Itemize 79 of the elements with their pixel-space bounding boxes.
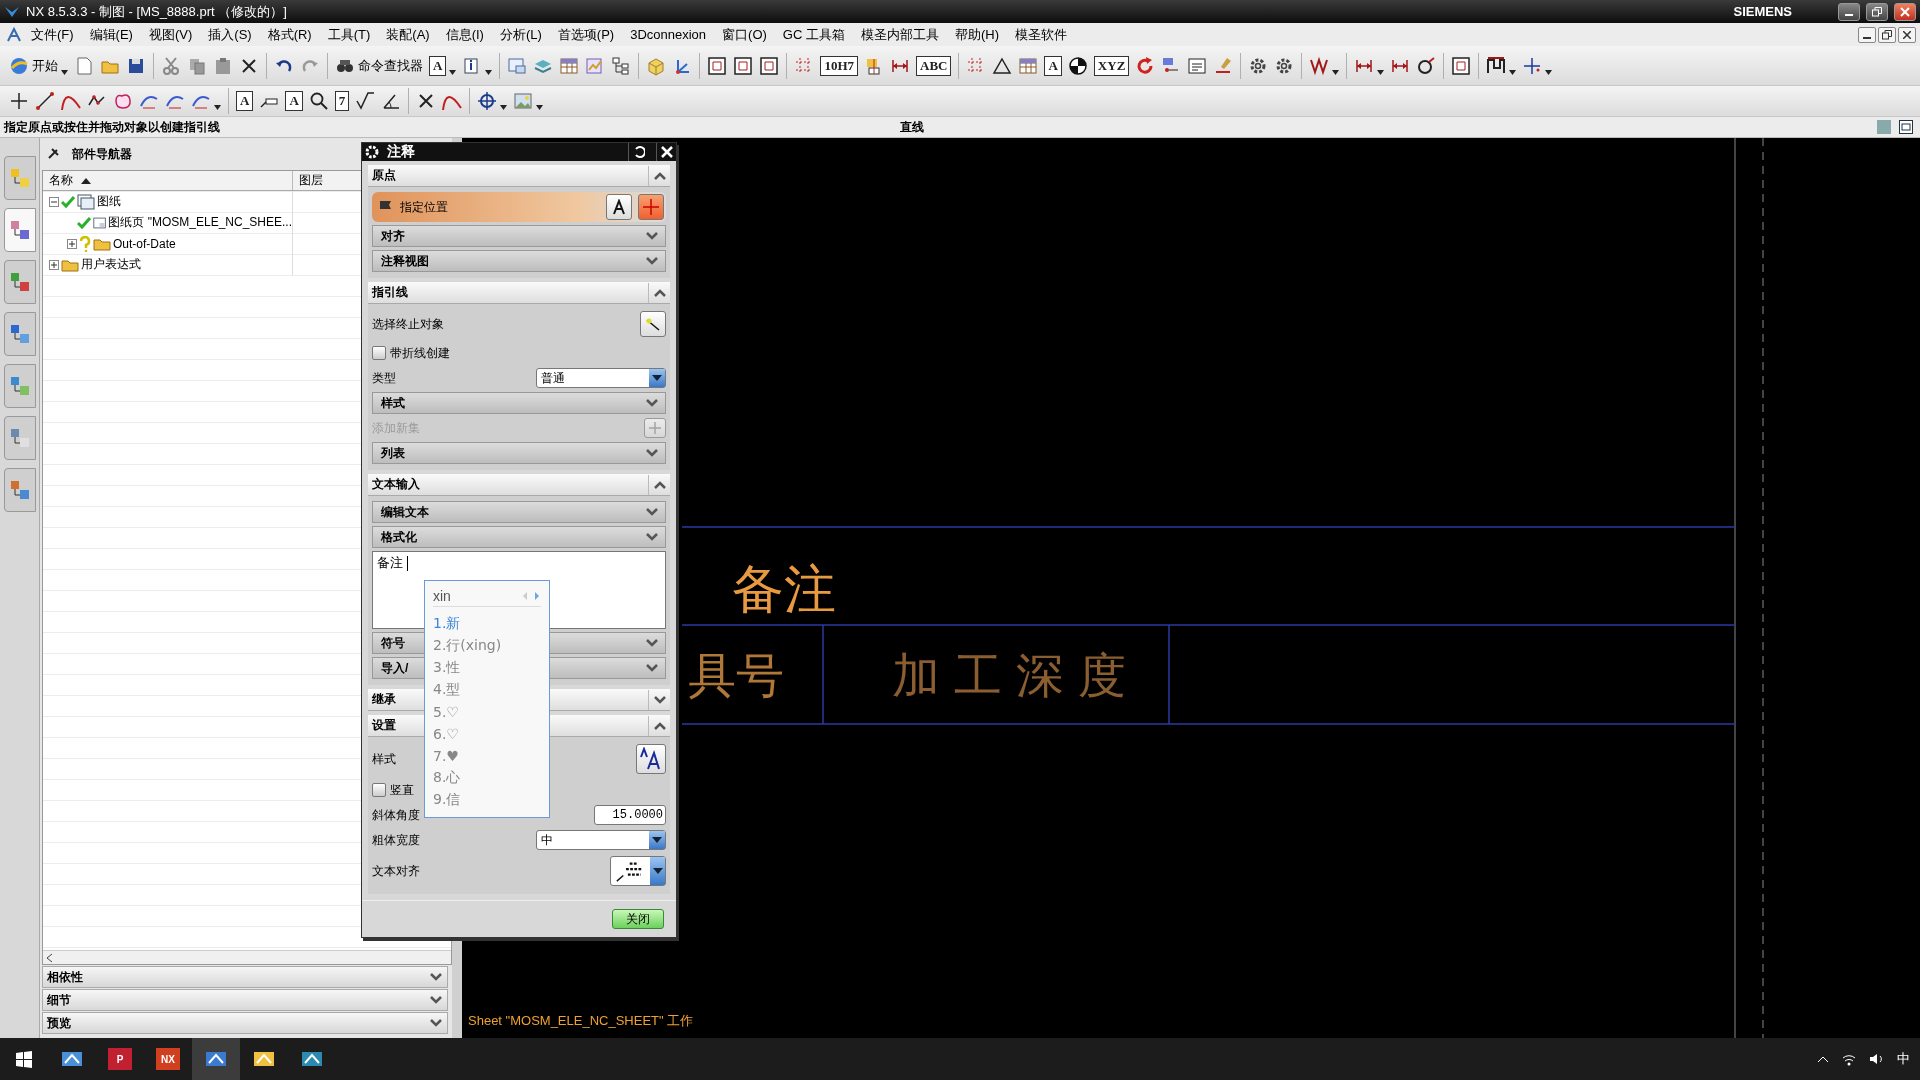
toolbar-button[interactable]: A: [1041, 50, 1065, 81]
tree-item-label[interactable]: 图纸页 "MOSM_ELE_NC_SHEE...: [108, 214, 292, 231]
menu-item[interactable]: 编辑(E): [82, 23, 140, 46]
field-label: 文本对齐: [372, 862, 420, 880]
dialog-title: 注释: [387, 143, 416, 161]
section-header[interactable]: 指引线: [368, 282, 670, 304]
checkbox-label: 带折线创建: [390, 344, 450, 362]
ime-candidate[interactable]: 4.型: [433, 679, 541, 701]
taskbar-app[interactable]: P: [96, 1038, 144, 1080]
toolbar-button[interactable]: 7: [331, 86, 353, 116]
tree-item-label[interactable]: 图纸: [97, 193, 121, 210]
tree-item-label[interactable]: Out-of-Date: [113, 236, 176, 251]
menu-item[interactable]: 帮助(H): [947, 23, 1006, 46]
column-header[interactable]: 名称: [43, 171, 293, 190]
navigator-title: 部件导航器: [72, 145, 132, 163]
menu-item[interactable]: 模圣内部工具: [853, 23, 946, 46]
checkbox-label: 竖直: [390, 781, 414, 799]
close-button[interactable]: 关闭: [612, 909, 664, 929]
brand-label: SIEMENS: [1733, 4, 1792, 19]
section-header[interactable]: 文本输入: [368, 474, 670, 496]
selection-step[interactable]: 指定位置: [372, 192, 666, 222]
input-method-indicator[interactable]: 中: [1897, 1050, 1910, 1068]
toolbar-button[interactable]: A: [233, 86, 257, 116]
glyph-icon: A: [285, 91, 303, 111]
app-label: NX: [161, 1053, 175, 1065]
menu-item[interactable]: 文件(F): [24, 23, 81, 46]
table-heading: 加工深度: [892, 652, 1140, 700]
menu-item[interactable]: GC 工具箱: [775, 23, 852, 46]
note-title: 备注: [732, 563, 836, 615]
subgroup-header[interactable]: 样式: [372, 392, 666, 414]
ime-composition-text: xin: [433, 587, 452, 604]
subgroup-header[interactable]: 列表: [372, 442, 666, 464]
ime-candidate[interactable]: 9.信: [433, 789, 541, 811]
prompt-text: 指定原点或按住并拖动对象以创建指引线: [3, 118, 221, 136]
panel-header[interactable]: 预览: [42, 1012, 448, 1034]
field-label: 粗体宽度: [372, 831, 420, 849]
mode-text: 直线: [900, 118, 925, 136]
glyph-icon: A: [236, 91, 254, 111]
glyph-icon: A: [1044, 55, 1062, 76]
sheet-status: Sheet "MOSM_ELE_NC_SHEET" 工作: [468, 1014, 694, 1027]
toolbar-button[interactable]: A: [282, 86, 306, 116]
ime-candidate[interactable]: 1.新: [433, 613, 541, 635]
menu-item[interactable]: 插入(S): [201, 23, 259, 46]
menu-item[interactable]: 工具(T): [320, 23, 378, 46]
menu-item[interactable]: 首选项(P): [550, 23, 622, 46]
menu-item[interactable]: 格式(R): [260, 23, 319, 46]
menu-item[interactable]: 信息(I): [438, 23, 491, 46]
window-title: NX 8.5.3.3 - 制图 - [MS_8888.prt （修改的）]: [26, 2, 288, 21]
dropdown[interactable]: 普通: [536, 368, 666, 388]
menu-item[interactable]: 窗口(O): [715, 23, 774, 46]
toolbar-button[interactable]: 命令查找器: [332, 50, 426, 81]
subgroup-header[interactable]: 编辑文本: [372, 501, 666, 523]
menu-item[interactable]: 装配(A): [379, 23, 437, 46]
glyph-icon: 7: [334, 91, 350, 111]
field-label: 样式: [372, 750, 396, 768]
panel-header[interactable]: 相依性: [42, 966, 448, 988]
menu-item[interactable]: 模圣软件: [1008, 23, 1074, 46]
menu-item[interactable]: 分析(L): [492, 23, 549, 46]
tree-item-label[interactable]: 用户表达式: [81, 256, 141, 273]
field-label: 类型: [372, 369, 396, 387]
angle-field[interactable]: 15.0000: [594, 805, 666, 825]
field-label: 斜体角度: [372, 806, 420, 824]
subgroup-header[interactable]: 注释视图: [372, 250, 666, 272]
dropdown[interactable]: 中: [536, 830, 666, 850]
app-label: P: [116, 1053, 124, 1065]
panel-header[interactable]: 细节: [42, 989, 448, 1011]
toolbar-button[interactable]: 开始: [6, 50, 71, 81]
field-label: 选择终止对象: [372, 315, 444, 333]
section-header[interactable]: 原点: [368, 165, 670, 187]
taskbar-app[interactable]: NX: [144, 1038, 192, 1080]
menu-item[interactable]: 3Dconnexion: [623, 25, 714, 44]
toolbar-button[interactable]: A: [426, 50, 460, 81]
glyph-icon: A: [429, 55, 447, 76]
subgroup-header[interactable]: 格式化: [372, 526, 666, 548]
step-label: 指定位置: [400, 198, 448, 216]
subgroup-header[interactable]: 对齐: [372, 225, 666, 247]
ime-candidate[interactable]: 3.性: [433, 657, 541, 679]
menu-item[interactable]: 视图(V): [141, 23, 200, 46]
table-heading: 具号: [688, 652, 784, 700]
